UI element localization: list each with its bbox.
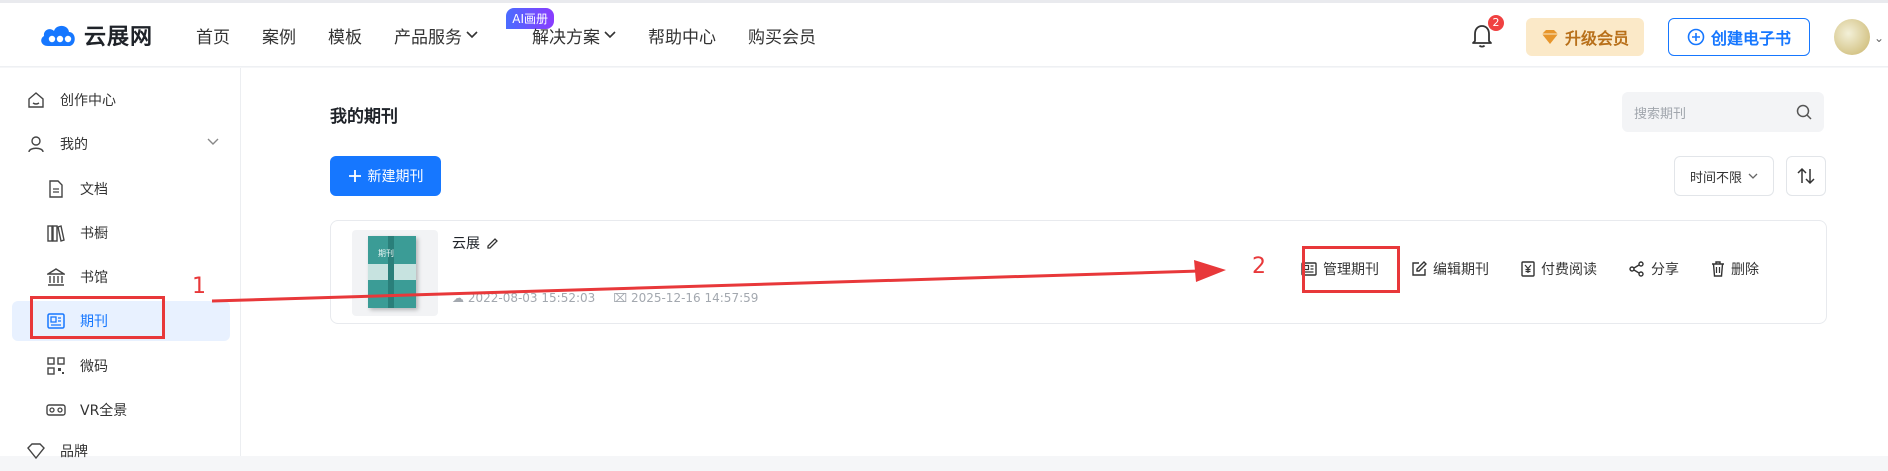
- chevron-down-icon: [207, 138, 219, 145]
- chevron-down-icon[interactable]: ⌄: [1874, 31, 1884, 45]
- nav-solutions[interactable]: 解决方案: [532, 23, 616, 48]
- journal-title: 云展: [452, 233, 499, 253]
- action-label: 分享: [1651, 262, 1679, 278]
- yen-document-icon: [1521, 261, 1535, 277]
- edit-pencil-icon[interactable]: [486, 237, 499, 250]
- action-label: 付费阅读: [1541, 262, 1597, 278]
- new-journal-label: 新建期刊: [367, 169, 424, 185]
- updated-time: ⌧ 2025-12-16 14:57:59: [613, 291, 759, 305]
- nav-home[interactable]: 首页: [196, 23, 230, 48]
- nav-products[interactable]: 产品服务 AI画册: [394, 7, 554, 48]
- sidebar-item-label: 微码: [80, 359, 108, 375]
- chevron-down-icon: [1748, 173, 1758, 179]
- annotation-step-2: 2: [1252, 254, 1266, 279]
- search-placeholder: 搜索期刊: [1634, 106, 1687, 122]
- delete-button[interactable]: 删除: [1711, 254, 1759, 284]
- diamond-icon: [1541, 30, 1558, 44]
- nav-label: 产品服务: [394, 27, 462, 48]
- chevron-down-icon: [466, 31, 478, 39]
- annotation-step-1: 1: [192, 274, 206, 299]
- main-nav: 首页 案例 模板 产品服务 AI画册 解决方案 帮助中心 购买会员: [196, 3, 848, 67]
- home-icon: [26, 90, 46, 110]
- sidebar-item-label: 创作中心: [60, 93, 116, 109]
- paid-reading-button[interactable]: 付费阅读: [1521, 254, 1597, 284]
- upgrade-vip-button[interactable]: 升级会员: [1526, 18, 1644, 56]
- edit-icon: [1412, 261, 1427, 276]
- updated-time-text: 2025-12-16 14:57:59: [630, 291, 759, 305]
- sidebar-item-label: 我的: [60, 137, 88, 153]
- vr-headset-icon: [46, 400, 66, 420]
- sidebar-item-label: 文档: [80, 182, 108, 198]
- journal-title-text: 云展: [452, 236, 480, 252]
- edit-journal-button[interactable]: 编辑期刊: [1411, 254, 1489, 284]
- sidebar-item-label: 书橱: [80, 226, 108, 242]
- created-time: ☁ 2022-08-03 15:52:03: [452, 291, 596, 305]
- search-input[interactable]: 搜索期刊: [1622, 92, 1824, 132]
- create-label: 创建电子书: [1710, 29, 1791, 48]
- cloud-logo-icon: [41, 25, 75, 46]
- plus-circle-icon: [1687, 28, 1705, 46]
- annotation-box-manage: [1302, 246, 1400, 293]
- nav-label: 案例: [262, 27, 296, 48]
- trash-icon: [1712, 261, 1724, 277]
- sidebar-item-brand[interactable]: 品牌: [0, 431, 241, 471]
- sort-icon: [1797, 167, 1815, 185]
- nav-label: 帮助中心: [648, 27, 716, 48]
- nav-templates[interactable]: 模板: [328, 23, 362, 48]
- share-icon: [1629, 261, 1644, 277]
- cover-label: 期刊: [378, 249, 394, 258]
- nav-help[interactable]: 帮助中心: [648, 23, 716, 48]
- sidebar-item-bookcase[interactable]: 书橱: [0, 213, 241, 253]
- nav-label: 购买会员: [748, 27, 816, 48]
- time-filter-select[interactable]: 时间不限: [1674, 156, 1774, 196]
- nav-label: 首页: [196, 27, 230, 48]
- nav-cases[interactable]: 案例: [262, 23, 296, 48]
- nav-label: 解决方案: [532, 27, 600, 48]
- avatar[interactable]: [1834, 19, 1870, 55]
- sidebar-item-creation-center[interactable]: 创作中心: [0, 80, 241, 120]
- sidebar-item-label: VR全景: [80, 403, 128, 419]
- main-content: 我的期刊 搜索期刊 新建期刊 时间不限 期刊 云展 ☁ 2022-08-03 1…: [241, 68, 1888, 456]
- journal-card[interactable]: 期刊 云展 ☁ 2022-08-03 15:52:03 ⌧ 2025-12-16…: [330, 220, 1827, 324]
- library-icon: [46, 267, 66, 287]
- qrcode-icon: [46, 356, 66, 376]
- sidebar-item-label: 品牌: [60, 444, 88, 460]
- action-label: 删除: [1731, 262, 1759, 278]
- sidebar-item-microcode[interactable]: 微码: [0, 346, 241, 386]
- annotation-box-journal: [30, 296, 165, 339]
- share-button[interactable]: 分享: [1629, 254, 1679, 284]
- created-time-text: 2022-08-03 15:52:03: [467, 291, 596, 305]
- user-icon: [26, 134, 46, 154]
- create-ebook-button[interactable]: 创建电子书: [1668, 18, 1810, 56]
- sort-button[interactable]: [1786, 156, 1826, 196]
- sidebar: 创作中心 我的 文档 书橱 书馆 期刊 微码 VR全景 品牌: [0, 68, 241, 460]
- sidebar-item-mine[interactable]: 我的: [0, 124, 241, 164]
- journal-cover[interactable]: 期刊: [352, 230, 438, 316]
- logo-text: 云展网: [84, 25, 154, 50]
- bookshelf-icon: [46, 223, 66, 243]
- logo[interactable]: 云展网: [38, 19, 153, 51]
- time-filter-value: 时间不限: [1689, 170, 1742, 186]
- action-label: 编辑期刊: [1433, 262, 1489, 278]
- book-cover-image: 期刊: [368, 236, 416, 308]
- nav-label: 模板: [328, 27, 362, 48]
- sidebar-item-vr[interactable]: VR全景: [0, 390, 241, 430]
- brand-icon: [26, 441, 46, 461]
- journal-meta: ☁ 2022-08-03 15:52:03 ⌧ 2025-12-16 14:57…: [452, 291, 758, 305]
- search-icon[interactable]: [1796, 104, 1812, 120]
- plus-icon: [348, 170, 361, 182]
- sidebar-item-documents[interactable]: 文档: [0, 169, 241, 209]
- new-journal-button[interactable]: 新建期刊: [330, 156, 441, 196]
- nav-membership[interactable]: 购买会员: [748, 23, 816, 48]
- chevron-down-icon: [604, 31, 616, 39]
- vip-label: 升级会员: [1564, 29, 1629, 48]
- notification-badge: 2: [1488, 15, 1504, 31]
- sidebar-item-label: 书馆: [80, 270, 108, 286]
- document-icon: [46, 179, 66, 199]
- page-title: 我的期刊: [330, 107, 398, 127]
- top-header: 云展网 首页 案例 模板 产品服务 AI画册 解决方案 帮助中心 购买会员 2 …: [0, 3, 1888, 67]
